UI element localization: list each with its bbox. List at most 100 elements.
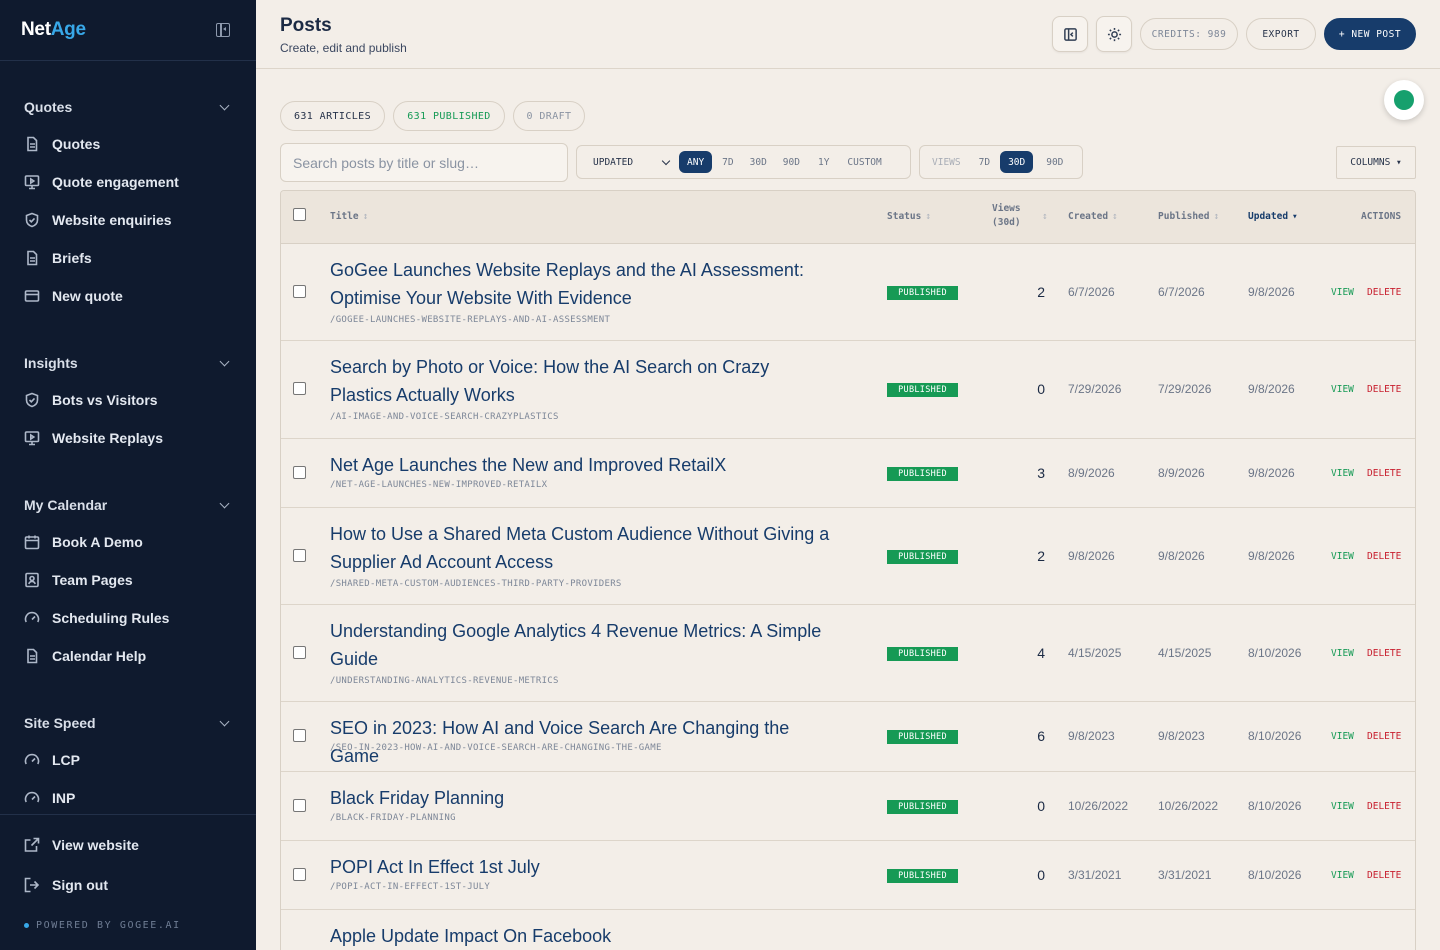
view-post-link[interactable]: VIEW xyxy=(1331,870,1354,881)
new-post-button[interactable]: + NEW POST xyxy=(1324,18,1416,50)
view-post-link[interactable]: VIEW xyxy=(1331,468,1354,479)
sidebar-item-website-enquiries[interactable]: Website enquiries xyxy=(0,201,256,239)
sign-out-button[interactable]: Sign out xyxy=(0,866,256,904)
post-title-link[interactable]: Search by Photo or Voice: How the AI Sea… xyxy=(330,353,830,409)
delete-post-button[interactable]: DELETE xyxy=(1367,731,1401,742)
col-status-label: Status xyxy=(887,211,922,222)
col-title[interactable]: Title ↕ xyxy=(330,211,368,222)
row-checkbox[interactable] xyxy=(293,729,306,742)
post-title-link[interactable]: Net Age Launches the New and Improved Re… xyxy=(330,451,830,479)
date-range-custom[interactable]: CUSTOM xyxy=(839,151,889,173)
row-checkbox[interactable] xyxy=(293,466,306,479)
gauge-icon xyxy=(24,610,40,626)
delete-post-button[interactable]: DELETE xyxy=(1367,801,1401,812)
sidebar-item-team-pages[interactable]: Team Pages xyxy=(0,561,256,599)
table-row[interactable]: Apple Update Impact On FacebookPUBLISHED… xyxy=(281,910,1415,950)
post-title-link[interactable]: Understanding Google Analytics 4 Revenue… xyxy=(330,617,830,673)
date-range-90d[interactable]: 90D xyxy=(775,151,808,173)
table-row[interactable]: Net Age Launches the New and Improved Re… xyxy=(281,439,1415,508)
select-all-checkbox[interactable] xyxy=(293,208,306,221)
table-row[interactable]: Understanding Google Analytics 4 Revenue… xyxy=(281,605,1415,702)
post-title-link[interactable]: GoGee Launches Website Replays and the A… xyxy=(330,256,830,312)
sidebar-item-label: New quote xyxy=(52,288,123,304)
post-title-link[interactable]: POPI Act In Effect 1st July xyxy=(330,853,830,881)
date-field-select[interactable]: UPDATED xyxy=(581,150,677,174)
table-row[interactable]: Black Friday Planning/BLACK-FRIDAY-PLANN… xyxy=(281,772,1415,841)
logo[interactable]: NetAge xyxy=(21,19,86,41)
view-post-link[interactable]: VIEW xyxy=(1331,384,1354,395)
delete-post-button[interactable]: DELETE xyxy=(1367,870,1401,881)
section-header-insights[interactable]: Insights xyxy=(0,345,256,381)
sidebar-item-book-a-demo[interactable]: Book A Demo xyxy=(0,523,256,561)
views-count: 3 xyxy=(1037,465,1045,481)
delete-post-button[interactable]: DELETE xyxy=(1367,287,1401,298)
row-checkbox[interactable] xyxy=(293,285,306,298)
view-post-link[interactable]: VIEW xyxy=(1331,648,1354,659)
search-input[interactable] xyxy=(280,143,568,182)
sidebar-item-quotes[interactable]: Quotes xyxy=(0,125,256,163)
delete-post-button[interactable]: DELETE xyxy=(1367,468,1401,479)
col-published[interactable]: Published ↕ xyxy=(1158,211,1219,222)
col-updated[interactable]: Updated ▾ xyxy=(1248,211,1298,222)
sidebar-item-new-quote[interactable]: New quote xyxy=(0,277,256,315)
section-header-site-speed[interactable]: Site Speed xyxy=(0,705,256,741)
post-title-link[interactable]: SEO in 2023: How AI and Voice Search Are… xyxy=(330,714,830,770)
date-range-1y[interactable]: 1Y xyxy=(810,151,837,173)
sidebar-item-inp[interactable]: INP xyxy=(0,779,256,817)
post-title-link[interactable]: Black Friday Planning xyxy=(330,784,830,812)
table-row[interactable]: Search by Photo or Voice: How the AI Sea… xyxy=(281,341,1415,439)
columns-button[interactable]: COLUMNS ▾ xyxy=(1336,146,1416,179)
delete-post-button[interactable]: DELETE xyxy=(1367,384,1401,395)
row-checkbox[interactable] xyxy=(293,382,306,395)
views-range-90d[interactable]: 90D xyxy=(1038,151,1071,173)
sidebar-item-calendar-help[interactable]: Calendar Help xyxy=(0,637,256,675)
col-views[interactable]: Views (30d) xyxy=(992,202,1021,230)
view-post-link[interactable]: VIEW xyxy=(1331,287,1354,298)
sidebar-item-briefs[interactable]: Briefs xyxy=(0,239,256,277)
sidebar-item-quote-engagement[interactable]: Quote engagement xyxy=(0,163,256,201)
date-range-7d[interactable]: 7D xyxy=(714,151,741,173)
articles-count-pill[interactable]: 631 ARTICLES xyxy=(280,101,385,131)
export-button[interactable]: EXPORT xyxy=(1246,18,1316,50)
row-checkbox[interactable] xyxy=(293,868,306,881)
date-range-30d[interactable]: 30D xyxy=(742,151,775,173)
view-post-link[interactable]: VIEW xyxy=(1331,801,1354,812)
sidebar-item-scheduling-rules[interactable]: Scheduling Rules xyxy=(0,599,256,637)
section-header-my-calendar[interactable]: My Calendar xyxy=(0,487,256,523)
views-count: 2 xyxy=(1037,548,1045,564)
draft-count-pill[interactable]: 0 DRAFT xyxy=(513,101,585,131)
views-range-7d[interactable]: 7D xyxy=(971,151,998,173)
theme-toggle-button[interactable] xyxy=(1096,16,1132,52)
row-checkbox[interactable] xyxy=(293,646,306,659)
toggle-panel-button[interactable] xyxy=(1052,16,1088,52)
col-created[interactable]: Created ↕ xyxy=(1068,211,1118,222)
date-range-any[interactable]: ANY xyxy=(679,151,713,173)
table-row[interactable]: GoGee Launches Website Replays and the A… xyxy=(281,244,1415,341)
post-title-link[interactable]: Apple Update Impact On Facebook xyxy=(330,922,830,950)
row-checkbox[interactable] xyxy=(293,799,306,812)
status-badge: PUBLISHED xyxy=(887,286,958,300)
online-status-indicator[interactable] xyxy=(1384,80,1424,120)
sidebar-item-bots-vs-visitors[interactable]: Bots vs Visitors xyxy=(0,381,256,419)
col-status[interactable]: Status ↕ xyxy=(887,211,931,222)
table-row[interactable]: SEO in 2023: How AI and Voice Search Are… xyxy=(281,702,1415,772)
views-range-30d[interactable]: 30D xyxy=(1000,151,1034,173)
view-post-link[interactable]: VIEW xyxy=(1331,551,1354,562)
brand-bar: NetAge xyxy=(0,0,256,61)
post-title-link[interactable]: How to Use a Shared Meta Custom Audience… xyxy=(330,520,830,576)
row-checkbox[interactable] xyxy=(293,549,306,562)
updated-date: 9/8/2026 xyxy=(1248,549,1295,563)
delete-post-button[interactable]: DELETE xyxy=(1367,551,1401,562)
delete-post-button[interactable]: DELETE xyxy=(1367,648,1401,659)
view-website-link[interactable]: View website xyxy=(0,826,256,864)
col-views-sort[interactable]: ↕ xyxy=(1038,211,1048,222)
sidebar-collapse-icon[interactable] xyxy=(216,23,230,37)
sidebar-item-lcp[interactable]: LCP xyxy=(0,741,256,779)
section-header-quotes[interactable]: Quotes xyxy=(0,89,256,125)
sidebar-item-website-replays[interactable]: Website Replays xyxy=(0,419,256,457)
views-count: 0 xyxy=(1037,867,1045,883)
view-post-link[interactable]: VIEW xyxy=(1331,731,1354,742)
published-count-pill[interactable]: 631 PUBLISHED xyxy=(393,101,505,131)
table-row[interactable]: How to Use a Shared Meta Custom Audience… xyxy=(281,508,1415,605)
table-row[interactable]: POPI Act In Effect 1st July/POPI-ACT-IN-… xyxy=(281,841,1415,910)
